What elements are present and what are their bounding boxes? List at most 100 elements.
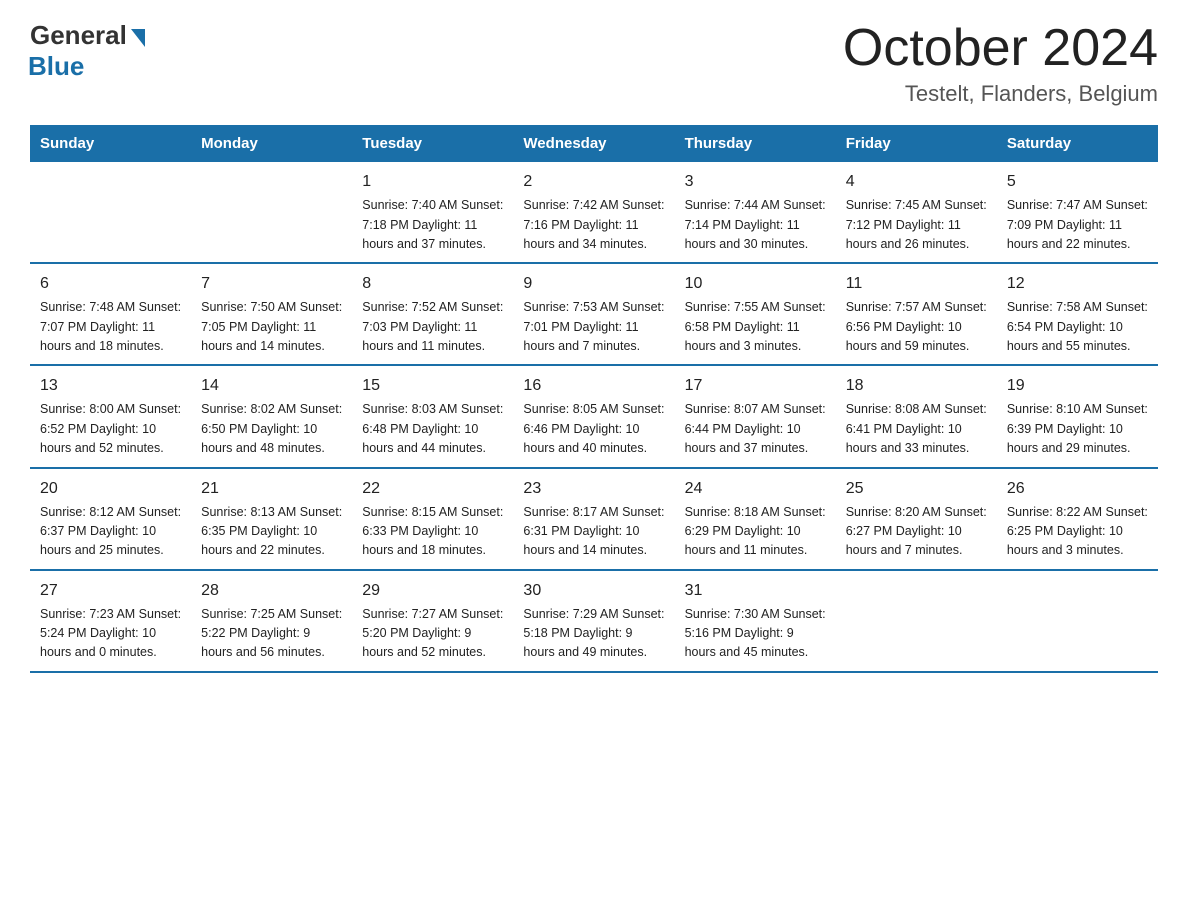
calendar-cell: 27Sunrise: 7:23 AM Sunset: 5:24 PM Dayli… [30, 570, 191, 672]
day-info: Sunrise: 7:30 AM Sunset: 5:16 PM Dayligh… [685, 605, 826, 663]
calendar-cell: 18Sunrise: 8:08 AM Sunset: 6:41 PM Dayli… [836, 365, 997, 467]
calendar-cell [191, 162, 352, 263]
calendar-cell: 14Sunrise: 8:02 AM Sunset: 6:50 PM Dayli… [191, 365, 352, 467]
day-number: 6 [40, 272, 181, 296]
day-number: 19 [1007, 374, 1148, 398]
day-info: Sunrise: 7:53 AM Sunset: 7:01 PM Dayligh… [523, 298, 664, 356]
day-number: 14 [201, 374, 342, 398]
day-info: Sunrise: 7:52 AM Sunset: 7:03 PM Dayligh… [362, 298, 503, 356]
calendar-cell: 6Sunrise: 7:48 AM Sunset: 7:07 PM Daylig… [30, 263, 191, 365]
header-sunday: Sunday [30, 125, 191, 162]
day-number: 8 [362, 272, 503, 296]
header-friday: Friday [836, 125, 997, 162]
day-info: Sunrise: 7:42 AM Sunset: 7:16 PM Dayligh… [523, 196, 664, 254]
calendar-cell: 11Sunrise: 7:57 AM Sunset: 6:56 PM Dayli… [836, 263, 997, 365]
day-number: 24 [685, 477, 826, 501]
day-number: 2 [523, 170, 664, 194]
day-info: Sunrise: 8:17 AM Sunset: 6:31 PM Dayligh… [523, 503, 664, 561]
calendar-title: October 2024 [843, 20, 1158, 77]
day-info: Sunrise: 8:07 AM Sunset: 6:44 PM Dayligh… [685, 400, 826, 458]
day-number: 4 [846, 170, 987, 194]
calendar-cell [997, 570, 1158, 672]
day-number: 22 [362, 477, 503, 501]
page-header: General Blue October 2024 Testelt, Fland… [30, 20, 1158, 107]
day-number: 31 [685, 579, 826, 603]
calendar-cell: 30Sunrise: 7:29 AM Sunset: 5:18 PM Dayli… [513, 570, 674, 672]
day-number: 12 [1007, 272, 1148, 296]
day-info: Sunrise: 8:22 AM Sunset: 6:25 PM Dayligh… [1007, 503, 1148, 561]
day-info: Sunrise: 7:58 AM Sunset: 6:54 PM Dayligh… [1007, 298, 1148, 356]
day-number: 9 [523, 272, 664, 296]
calendar-cell: 17Sunrise: 8:07 AM Sunset: 6:44 PM Dayli… [675, 365, 836, 467]
day-info: Sunrise: 7:40 AM Sunset: 7:18 PM Dayligh… [362, 196, 503, 254]
calendar-cell [30, 162, 191, 263]
day-info: Sunrise: 7:23 AM Sunset: 5:24 PM Dayligh… [40, 605, 181, 663]
calendar-table: SundayMondayTuesdayWednesdayThursdayFrid… [30, 125, 1158, 673]
calendar-cell: 23Sunrise: 8:17 AM Sunset: 6:31 PM Dayli… [513, 468, 674, 570]
day-number: 23 [523, 477, 664, 501]
day-info: Sunrise: 7:27 AM Sunset: 5:20 PM Dayligh… [362, 605, 503, 663]
day-info: Sunrise: 8:13 AM Sunset: 6:35 PM Dayligh… [201, 503, 342, 561]
calendar-cell: 21Sunrise: 8:13 AM Sunset: 6:35 PM Dayli… [191, 468, 352, 570]
day-number: 10 [685, 272, 826, 296]
calendar-cell: 4Sunrise: 7:45 AM Sunset: 7:12 PM Daylig… [836, 162, 997, 263]
day-number: 26 [1007, 477, 1148, 501]
day-number: 11 [846, 272, 987, 296]
logo: General Blue [30, 20, 145, 82]
calendar-cell: 12Sunrise: 7:58 AM Sunset: 6:54 PM Dayli… [997, 263, 1158, 365]
calendar-cell: 15Sunrise: 8:03 AM Sunset: 6:48 PM Dayli… [352, 365, 513, 467]
calendar-cell: 28Sunrise: 7:25 AM Sunset: 5:22 PM Dayli… [191, 570, 352, 672]
calendar-cell: 20Sunrise: 8:12 AM Sunset: 6:37 PM Dayli… [30, 468, 191, 570]
calendar-cell: 3Sunrise: 7:44 AM Sunset: 7:14 PM Daylig… [675, 162, 836, 263]
header-tuesday: Tuesday [352, 125, 513, 162]
calendar-cell: 29Sunrise: 7:27 AM Sunset: 5:20 PM Dayli… [352, 570, 513, 672]
calendar-cell [836, 570, 997, 672]
calendar-week-row: 6Sunrise: 7:48 AM Sunset: 7:07 PM Daylig… [30, 263, 1158, 365]
day-number: 27 [40, 579, 181, 603]
day-info: Sunrise: 7:29 AM Sunset: 5:18 PM Dayligh… [523, 605, 664, 663]
calendar-cell: 22Sunrise: 8:15 AM Sunset: 6:33 PM Dayli… [352, 468, 513, 570]
day-info: Sunrise: 8:03 AM Sunset: 6:48 PM Dayligh… [362, 400, 503, 458]
day-number: 16 [523, 374, 664, 398]
logo-arrow-icon [131, 29, 145, 47]
calendar-week-row: 1Sunrise: 7:40 AM Sunset: 7:18 PM Daylig… [30, 162, 1158, 263]
day-number: 21 [201, 477, 342, 501]
calendar-cell: 1Sunrise: 7:40 AM Sunset: 7:18 PM Daylig… [352, 162, 513, 263]
day-number: 5 [1007, 170, 1148, 194]
calendar-week-row: 20Sunrise: 8:12 AM Sunset: 6:37 PM Dayli… [30, 468, 1158, 570]
day-info: Sunrise: 7:45 AM Sunset: 7:12 PM Dayligh… [846, 196, 987, 254]
day-number: 28 [201, 579, 342, 603]
header-thursday: Thursday [675, 125, 836, 162]
calendar-cell: 19Sunrise: 8:10 AM Sunset: 6:39 PM Dayli… [997, 365, 1158, 467]
day-number: 7 [201, 272, 342, 296]
day-info: Sunrise: 7:48 AM Sunset: 7:07 PM Dayligh… [40, 298, 181, 356]
day-number: 29 [362, 579, 503, 603]
header-wednesday: Wednesday [513, 125, 674, 162]
logo-blue-text: Blue [28, 51, 84, 82]
day-info: Sunrise: 7:47 AM Sunset: 7:09 PM Dayligh… [1007, 196, 1148, 254]
calendar-cell: 24Sunrise: 8:18 AM Sunset: 6:29 PM Dayli… [675, 468, 836, 570]
calendar-week-row: 27Sunrise: 7:23 AM Sunset: 5:24 PM Dayli… [30, 570, 1158, 672]
day-info: Sunrise: 8:08 AM Sunset: 6:41 PM Dayligh… [846, 400, 987, 458]
day-info: Sunrise: 8:05 AM Sunset: 6:46 PM Dayligh… [523, 400, 664, 458]
calendar-cell: 8Sunrise: 7:52 AM Sunset: 7:03 PM Daylig… [352, 263, 513, 365]
day-number: 15 [362, 374, 503, 398]
day-number: 20 [40, 477, 181, 501]
calendar-cell: 26Sunrise: 8:22 AM Sunset: 6:25 PM Dayli… [997, 468, 1158, 570]
calendar-cell: 13Sunrise: 8:00 AM Sunset: 6:52 PM Dayli… [30, 365, 191, 467]
calendar-cell: 16Sunrise: 8:05 AM Sunset: 6:46 PM Dayli… [513, 365, 674, 467]
day-info: Sunrise: 7:50 AM Sunset: 7:05 PM Dayligh… [201, 298, 342, 356]
calendar-cell: 10Sunrise: 7:55 AM Sunset: 6:58 PM Dayli… [675, 263, 836, 365]
calendar-week-row: 13Sunrise: 8:00 AM Sunset: 6:52 PM Dayli… [30, 365, 1158, 467]
header-saturday: Saturday [997, 125, 1158, 162]
day-number: 18 [846, 374, 987, 398]
day-info: Sunrise: 8:20 AM Sunset: 6:27 PM Dayligh… [846, 503, 987, 561]
logo-general-text: General [30, 20, 127, 51]
day-info: Sunrise: 8:10 AM Sunset: 6:39 PM Dayligh… [1007, 400, 1148, 458]
day-info: Sunrise: 8:18 AM Sunset: 6:29 PM Dayligh… [685, 503, 826, 561]
calendar-header-row: SundayMondayTuesdayWednesdayThursdayFrid… [30, 125, 1158, 162]
day-number: 17 [685, 374, 826, 398]
day-info: Sunrise: 7:44 AM Sunset: 7:14 PM Dayligh… [685, 196, 826, 254]
calendar-cell: 2Sunrise: 7:42 AM Sunset: 7:16 PM Daylig… [513, 162, 674, 263]
title-section: October 2024 Testelt, Flanders, Belgium [843, 20, 1158, 107]
